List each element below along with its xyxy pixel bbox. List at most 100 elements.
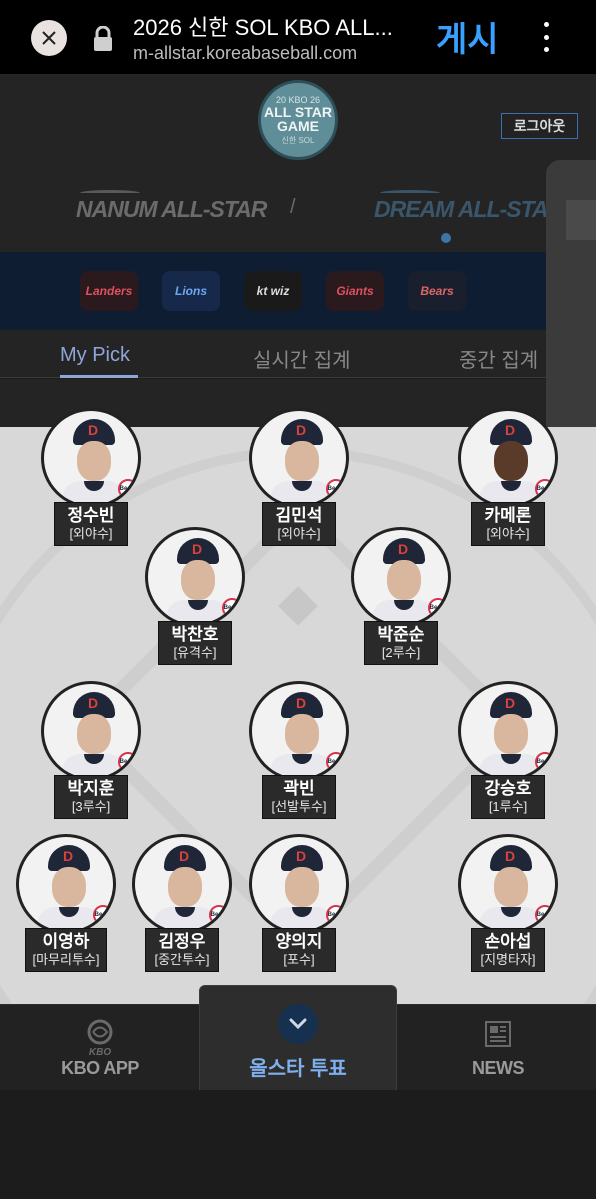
bears-badge-icon: Bears (118, 479, 138, 499)
player-name: 김정우 (158, 932, 206, 951)
player-photo: Bears (458, 834, 558, 934)
player-photo: Bears (351, 527, 451, 627)
tab-interim-count[interactable]: 중간 집계 (459, 344, 538, 373)
bears-badge-icon: Bears (209, 905, 229, 925)
logout-button[interactable]: 로그아웃 (501, 113, 578, 139)
player-position: [선발투수] (271, 799, 327, 814)
player-name: 카메론 (484, 506, 532, 525)
bears-badge-icon: Bears (428, 598, 448, 618)
kbo-wordmark: KBO (88, 1047, 112, 1058)
bears-badge-icon: Bears (535, 752, 555, 772)
player-card[interactable]: Bears 양의지[포수] (245, 834, 353, 972)
player-position: [3루수] (71, 799, 111, 814)
player-photo: Bears (41, 408, 141, 508)
team-logo-lions[interactable]: Lions (162, 271, 220, 311)
nav-label: 올스타 투표 (249, 1058, 347, 1080)
bears-badge-icon: Bears (326, 752, 346, 772)
more-options-icon[interactable] (538, 22, 554, 52)
player-position: [외야수] (69, 526, 113, 541)
team-logo-strip: Landers Lions kt wiz Giants Bears (0, 252, 546, 330)
player-name: 박지훈 (67, 779, 115, 798)
player-photo: Bears (16, 834, 116, 934)
player-position: [1루수] (488, 799, 528, 814)
player-photo: Bears (458, 408, 558, 508)
kbo-app-icon (87, 1019, 113, 1045)
team-logo-bears[interactable]: Bears (408, 271, 466, 311)
player-card[interactable]: Bears 박준순[2루수] (347, 527, 455, 665)
active-tab-underline (60, 375, 138, 378)
player-card[interactable]: Bears 정수빈[외야수] (37, 408, 145, 546)
team-logo-ktwiz[interactable]: kt wiz (244, 271, 302, 311)
player-photo: Bears (249, 834, 349, 934)
lock-icon (94, 26, 112, 51)
player-photo: Bears (458, 681, 558, 781)
collapse-button[interactable] (278, 1004, 318, 1044)
logo-year: 20 KBO 26 (275, 94, 321, 105)
player-photo: Bears (132, 834, 232, 934)
nav-label: KBO APP (61, 1058, 139, 1078)
page-url[interactable]: m-allstar.koreabaseball.com (133, 43, 357, 64)
player-name: 정수빈 (67, 506, 115, 525)
player-photo: Bears (41, 681, 141, 781)
player-name: 양의지 (275, 932, 323, 951)
player-photo: Bears (249, 681, 349, 781)
nanum-allstar-tab[interactable]: NANUM ALL-STAR (76, 196, 267, 223)
nav-label: NEWS (472, 1058, 525, 1078)
team-logo-landers[interactable]: Landers (80, 271, 138, 311)
nanum-swoosh (80, 190, 140, 196)
player-photo: Bears (249, 408, 349, 508)
page-title: 2026 신한 SOL KBO ALL... (133, 15, 393, 40)
player-position: [마무리투수] (32, 952, 100, 967)
browser-bar: 2026 신한 SOL KBO ALL... m-allstar.koreaba… (0, 0, 596, 74)
close-tab-button[interactable] (31, 20, 67, 56)
player-card[interactable]: Bears 김정우[중간투수] (128, 834, 236, 972)
player-position: [지명타자] (480, 952, 536, 967)
player-card[interactable]: Bears 강승호[1루수] (454, 681, 562, 819)
team-logo-giants[interactable]: Giants (326, 271, 384, 311)
bears-badge-icon: Bears (326, 479, 346, 499)
bears-badge-icon: Bears (222, 598, 242, 618)
player-position: [외야수] (277, 526, 321, 541)
close-icon (42, 31, 56, 45)
player-card[interactable]: Bears 손아섭[지명타자] (454, 834, 562, 972)
player-name: 강승호 (484, 779, 532, 798)
bears-badge-icon: Bears (535, 479, 555, 499)
player-card[interactable]: Bears 김민석[외야수] (245, 408, 353, 546)
share-button[interactable]: 게시 (436, 12, 499, 61)
player-name: 이영하 (42, 932, 90, 951)
chevron-down-icon (289, 1018, 307, 1030)
player-card[interactable]: Bears 박찬호[유격수] (141, 527, 249, 665)
player-card[interactable]: Bears 박지훈[3루수] (37, 681, 145, 819)
player-position: [포수] (283, 952, 315, 967)
player-name: 박찬호 (171, 625, 219, 644)
player-card[interactable]: Bears 카메론[외야수] (454, 408, 562, 546)
vote-tabs: My Pick 실시간 집계 중간 집계 (0, 330, 546, 378)
player-name: 박준순 (377, 625, 425, 644)
player-position: [2루수] (381, 645, 421, 660)
allstar-logo[interactable]: 20 KBO 26 ALL STAR GAME 신한 SOL (258, 80, 338, 160)
news-icon (485, 1021, 511, 1047)
player-name: 곽빈 (283, 779, 315, 798)
nav-kbo-app[interactable]: KBO KBO APP (40, 1005, 160, 1091)
nav-allstar-vote[interactable]: 올스타 투표 (199, 985, 397, 1090)
player-photo: Bears (145, 527, 245, 627)
player-position: [유격수] (173, 645, 217, 660)
player-name: 김민석 (275, 506, 323, 525)
player-position: [외야수] (486, 526, 530, 541)
player-card[interactable]: Bears 곽빈[선발투수] (245, 681, 353, 819)
selected-indicator-dot (441, 233, 451, 243)
bears-badge-icon: Bears (535, 905, 555, 925)
player-card[interactable]: Bears 이영하[마무리투수] (12, 834, 120, 972)
bears-badge-icon: Bears (118, 752, 138, 772)
tab-live-count[interactable]: 실시간 집계 (253, 344, 351, 373)
logo-title-1: ALL STAR (264, 103, 332, 120)
nav-news[interactable]: NEWS (438, 1005, 558, 1091)
blank-area (0, 1090, 596, 1199)
tab-my-pick[interactable]: My Pick (60, 344, 130, 367)
logo-title-2: GAME (277, 117, 319, 134)
player-name: 손아섭 (484, 932, 532, 951)
dream-swoosh (380, 190, 440, 196)
bears-badge-icon: Bears (326, 905, 346, 925)
bears-badge-icon: Bears (93, 905, 113, 925)
dream-allstar-tab[interactable]: DREAM ALL-STAR (374, 196, 564, 223)
